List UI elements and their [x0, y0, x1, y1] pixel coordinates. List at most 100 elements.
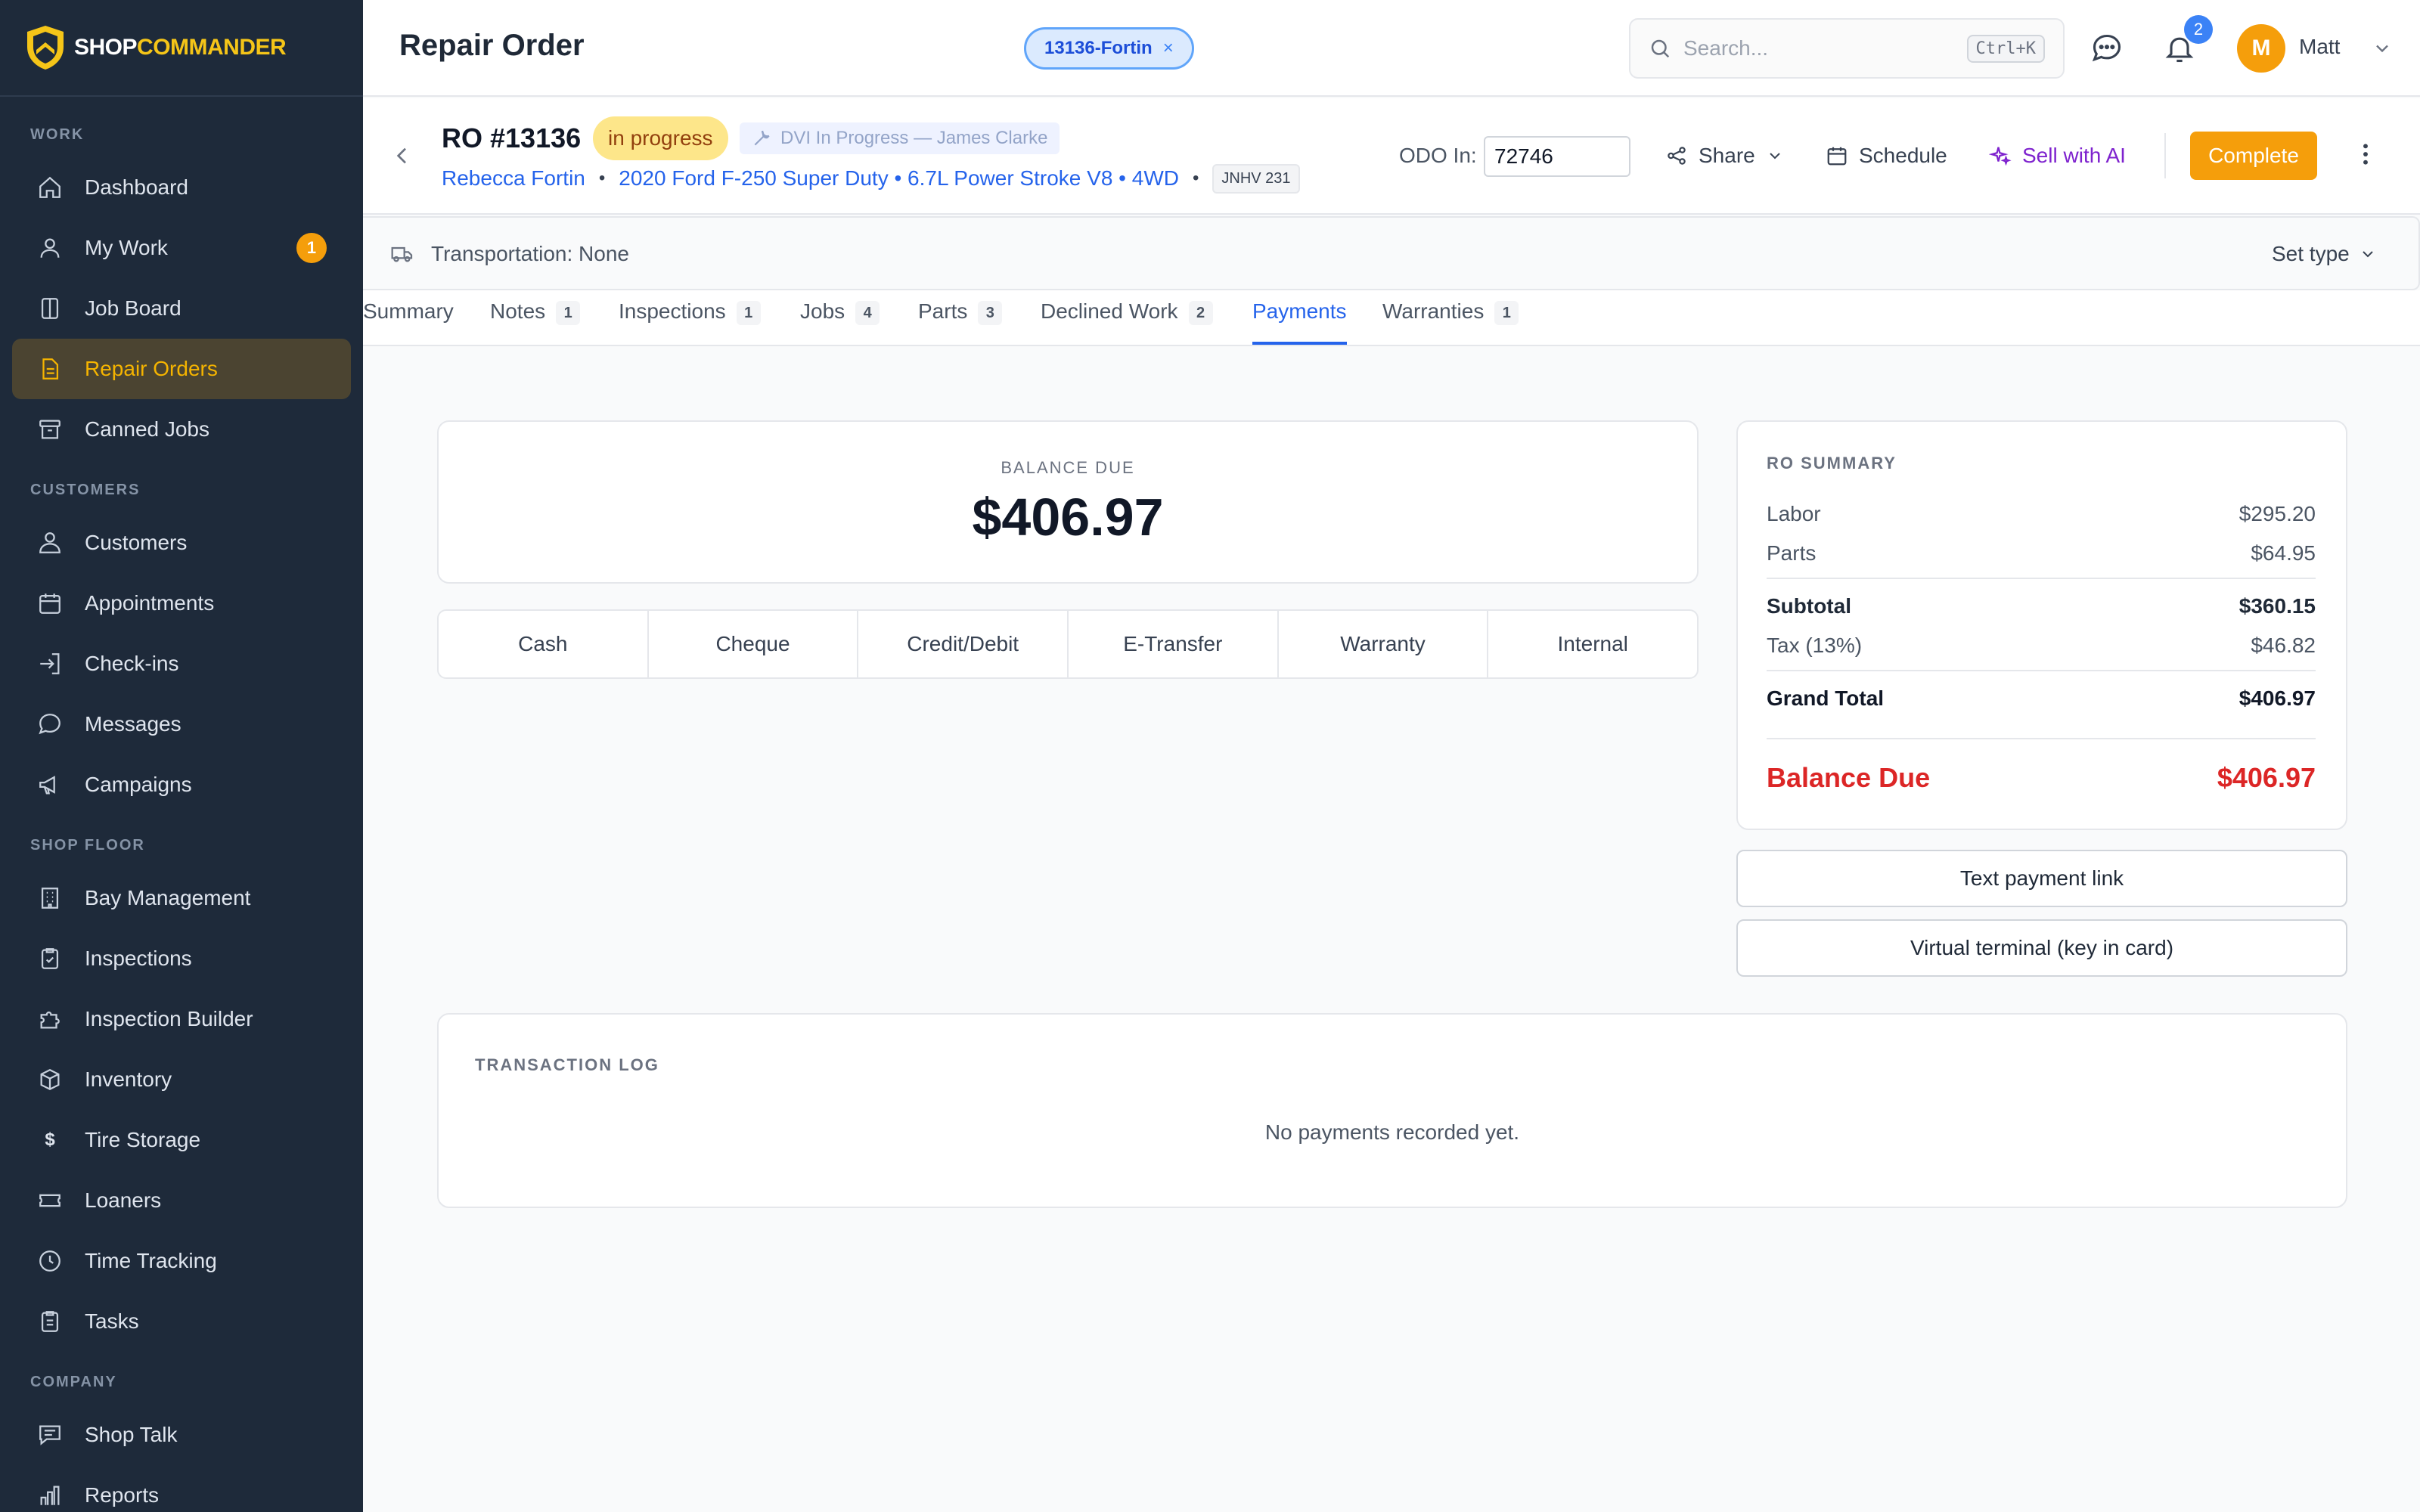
odo-label: ODO In:: [1399, 144, 1477, 167]
brand-part1: SHOP: [74, 35, 138, 60]
summary-row-balance-due: Balance Due $406.97: [1767, 762, 2316, 794]
sidebar-item-label: Campaigns: [85, 773, 192, 796]
page-title: Repair Order: [399, 29, 585, 62]
login-icon: [36, 650, 64, 677]
tab-summary[interactable]: Summary: [363, 296, 454, 345]
sell-with-ai-button[interactable]: Sell with AI: [1989, 144, 2126, 168]
set-type-dropdown[interactable]: Set type: [2272, 242, 2377, 266]
sidebar-item-inventory[interactable]: Inventory: [12, 1049, 351, 1110]
ro-header: RO #13136 in progress DVI In Progress — …: [363, 98, 2420, 215]
tab-warranties[interactable]: Warranties 1: [1382, 296, 1519, 345]
payment-method-warranty[interactable]: Warranty: [1279, 611, 1489, 677]
sidebar-item-label: Inspections: [85, 947, 192, 970]
status-badge[interactable]: in progress: [593, 116, 728, 160]
payment-method-credit-debit[interactable]: Credit/Debit: [858, 611, 1069, 677]
sidebar-item-label: Tire Storage: [85, 1128, 201, 1151]
sidebar-item-inspection-builder[interactable]: Inspection Builder: [12, 989, 351, 1049]
payment-method-cheque[interactable]: Cheque: [649, 611, 859, 677]
ro-chip-label: 13136-Fortin: [1044, 38, 1153, 58]
sidebar-item-tire-storage[interactable]: $ Tire Storage: [12, 1110, 351, 1170]
clipboard-icon: [36, 1308, 64, 1335]
sidebar-item-tasks[interactable]: Tasks: [12, 1291, 351, 1352]
tab-notes[interactable]: Notes 1: [490, 296, 581, 345]
tab-jobs[interactable]: Jobs 4: [800, 296, 880, 345]
sidebar-item-repair-orders[interactable]: Repair Orders: [12, 339, 351, 399]
tax-value: $46.82: [2251, 634, 2316, 657]
person-icon: [36, 529, 64, 556]
tab-inspections[interactable]: Inspections 1: [619, 296, 761, 345]
ticket-icon: [36, 1187, 64, 1214]
sidebar-item-label: Shop Talk: [85, 1423, 178, 1446]
vehicle-link[interactable]: 2020 Ford F-250 Super Duty • 6.7L Power …: [619, 166, 1179, 191]
tab-declined-work[interactable]: Declined Work 2: [1041, 296, 1213, 345]
sidebar-item-canned-jobs[interactable]: Canned Jobs: [12, 399, 351, 460]
sidebar-item-reports[interactable]: Reports: [12, 1465, 351, 1512]
puzzle-icon: [36, 1005, 64, 1033]
sidebar-item-label: Dashboard: [85, 175, 188, 199]
schedule-button[interactable]: Schedule: [1826, 144, 1947, 168]
truck-icon: [391, 246, 413, 262]
tab-label: Jobs: [800, 299, 845, 323]
sidebar-item-time-tracking[interactable]: Time Tracking: [12, 1231, 351, 1291]
sidebar-item-customers[interactable]: Customers: [12, 513, 351, 573]
tab-count: 1: [736, 301, 761, 325]
tab-label: Summary: [363, 299, 454, 323]
home-icon: [36, 174, 64, 201]
customer-link[interactable]: Rebecca Fortin: [442, 166, 585, 191]
payment-method-e-transfer[interactable]: E-Transfer: [1069, 611, 1279, 677]
payment-method-internal[interactable]: Internal: [1488, 611, 1697, 677]
sidebar-item-label: Inventory: [85, 1067, 172, 1091]
sidebar-item-label: Job Board: [85, 296, 182, 320]
tab-parts[interactable]: Parts 3: [918, 296, 1003, 345]
chevron-down-icon[interactable]: [2372, 38, 2393, 59]
share-button[interactable]: Share: [1665, 144, 1784, 168]
archive-icon: [36, 416, 64, 443]
sidebar-item-check-ins[interactable]: Check-ins: [12, 634, 351, 694]
dvi-badge[interactable]: DVI In Progress — James Clarke: [740, 122, 1060, 154]
balance-due-card: BALANCE DUE $406.97: [437, 420, 1699, 584]
sidebar-item-loaners[interactable]: Loaners: [12, 1170, 351, 1231]
ro-chip[interactable]: 13136-Fortin ×: [1024, 27, 1194, 70]
calendar-icon: [36, 590, 64, 617]
close-icon[interactable]: ×: [1163, 38, 1174, 59]
logo[interactable]: SHOPCOMMANDER: [0, 0, 363, 97]
sparkle-icon: [1989, 147, 2012, 166]
user-name[interactable]: Matt: [2299, 35, 2340, 59]
ro-subline: Rebecca Fortin • 2020 Ford F-250 Super D…: [442, 160, 1300, 197]
sidebar-item-shop-talk[interactable]: Shop Talk: [12, 1405, 351, 1465]
avatar[interactable]: M: [2237, 24, 2285, 73]
balance-due-label: BALANCE DUE: [1001, 458, 1135, 477]
sidebar-item-messages[interactable]: Messages: [12, 694, 351, 754]
balance-due-value: $406.97: [972, 488, 1164, 547]
bar-chart-icon: [36, 1482, 64, 1509]
messages-button[interactable]: [2089, 30, 2125, 67]
sidebar-item-bay-management[interactable]: Bay Management: [12, 868, 351, 928]
tab-label: Inspections: [619, 299, 726, 323]
tab-count: 2: [1188, 301, 1213, 325]
sidebar-item-campaigns[interactable]: Campaigns: [12, 754, 351, 815]
sidebar-item-my-work[interactable]: My Work 1: [12, 218, 351, 278]
calendar-icon: [1827, 147, 1847, 166]
transaction-log-empty: No payments recorded yet.: [1264, 1120, 1520, 1144]
payment-method-cash[interactable]: Cash: [439, 611, 649, 677]
summary-row-parts: Parts $64.95: [1767, 541, 2316, 565]
sidebar-item-label: Time Tracking: [85, 1249, 217, 1272]
chevron-left-icon[interactable]: [390, 144, 414, 168]
odo-input[interactable]: 72746: [1484, 136, 1630, 177]
plate-badge: JNHV 231: [1212, 163, 1300, 194]
search-input[interactable]: Search... Ctrl+K: [1629, 18, 2065, 79]
virtual-terminal-button[interactable]: Virtual terminal (key in card): [1736, 919, 2347, 977]
more-vertical-icon[interactable]: [2360, 142, 2372, 166]
tab-payments[interactable]: Payments: [1252, 296, 1347, 345]
complete-button[interactable]: Complete: [2190, 132, 2317, 180]
summary-row-subtotal: Subtotal $360.15: [1767, 594, 2316, 618]
chevron-down-icon: [1770, 153, 1780, 160]
sidebar-item-appointments[interactable]: Appointments: [12, 573, 351, 634]
sidebar-item-label: Tasks: [85, 1309, 139, 1333]
notification-badge: 2: [2184, 15, 2213, 44]
sidebar-item-dashboard[interactable]: Dashboard: [12, 157, 351, 218]
sidebar-item-inspections[interactable]: Inspections: [12, 928, 351, 989]
sidebar-item-job-board[interactable]: Job Board: [12, 278, 351, 339]
text-payment-link-button[interactable]: Text payment link: [1736, 850, 2347, 907]
sidebar-item-label: Messages: [85, 712, 182, 736]
